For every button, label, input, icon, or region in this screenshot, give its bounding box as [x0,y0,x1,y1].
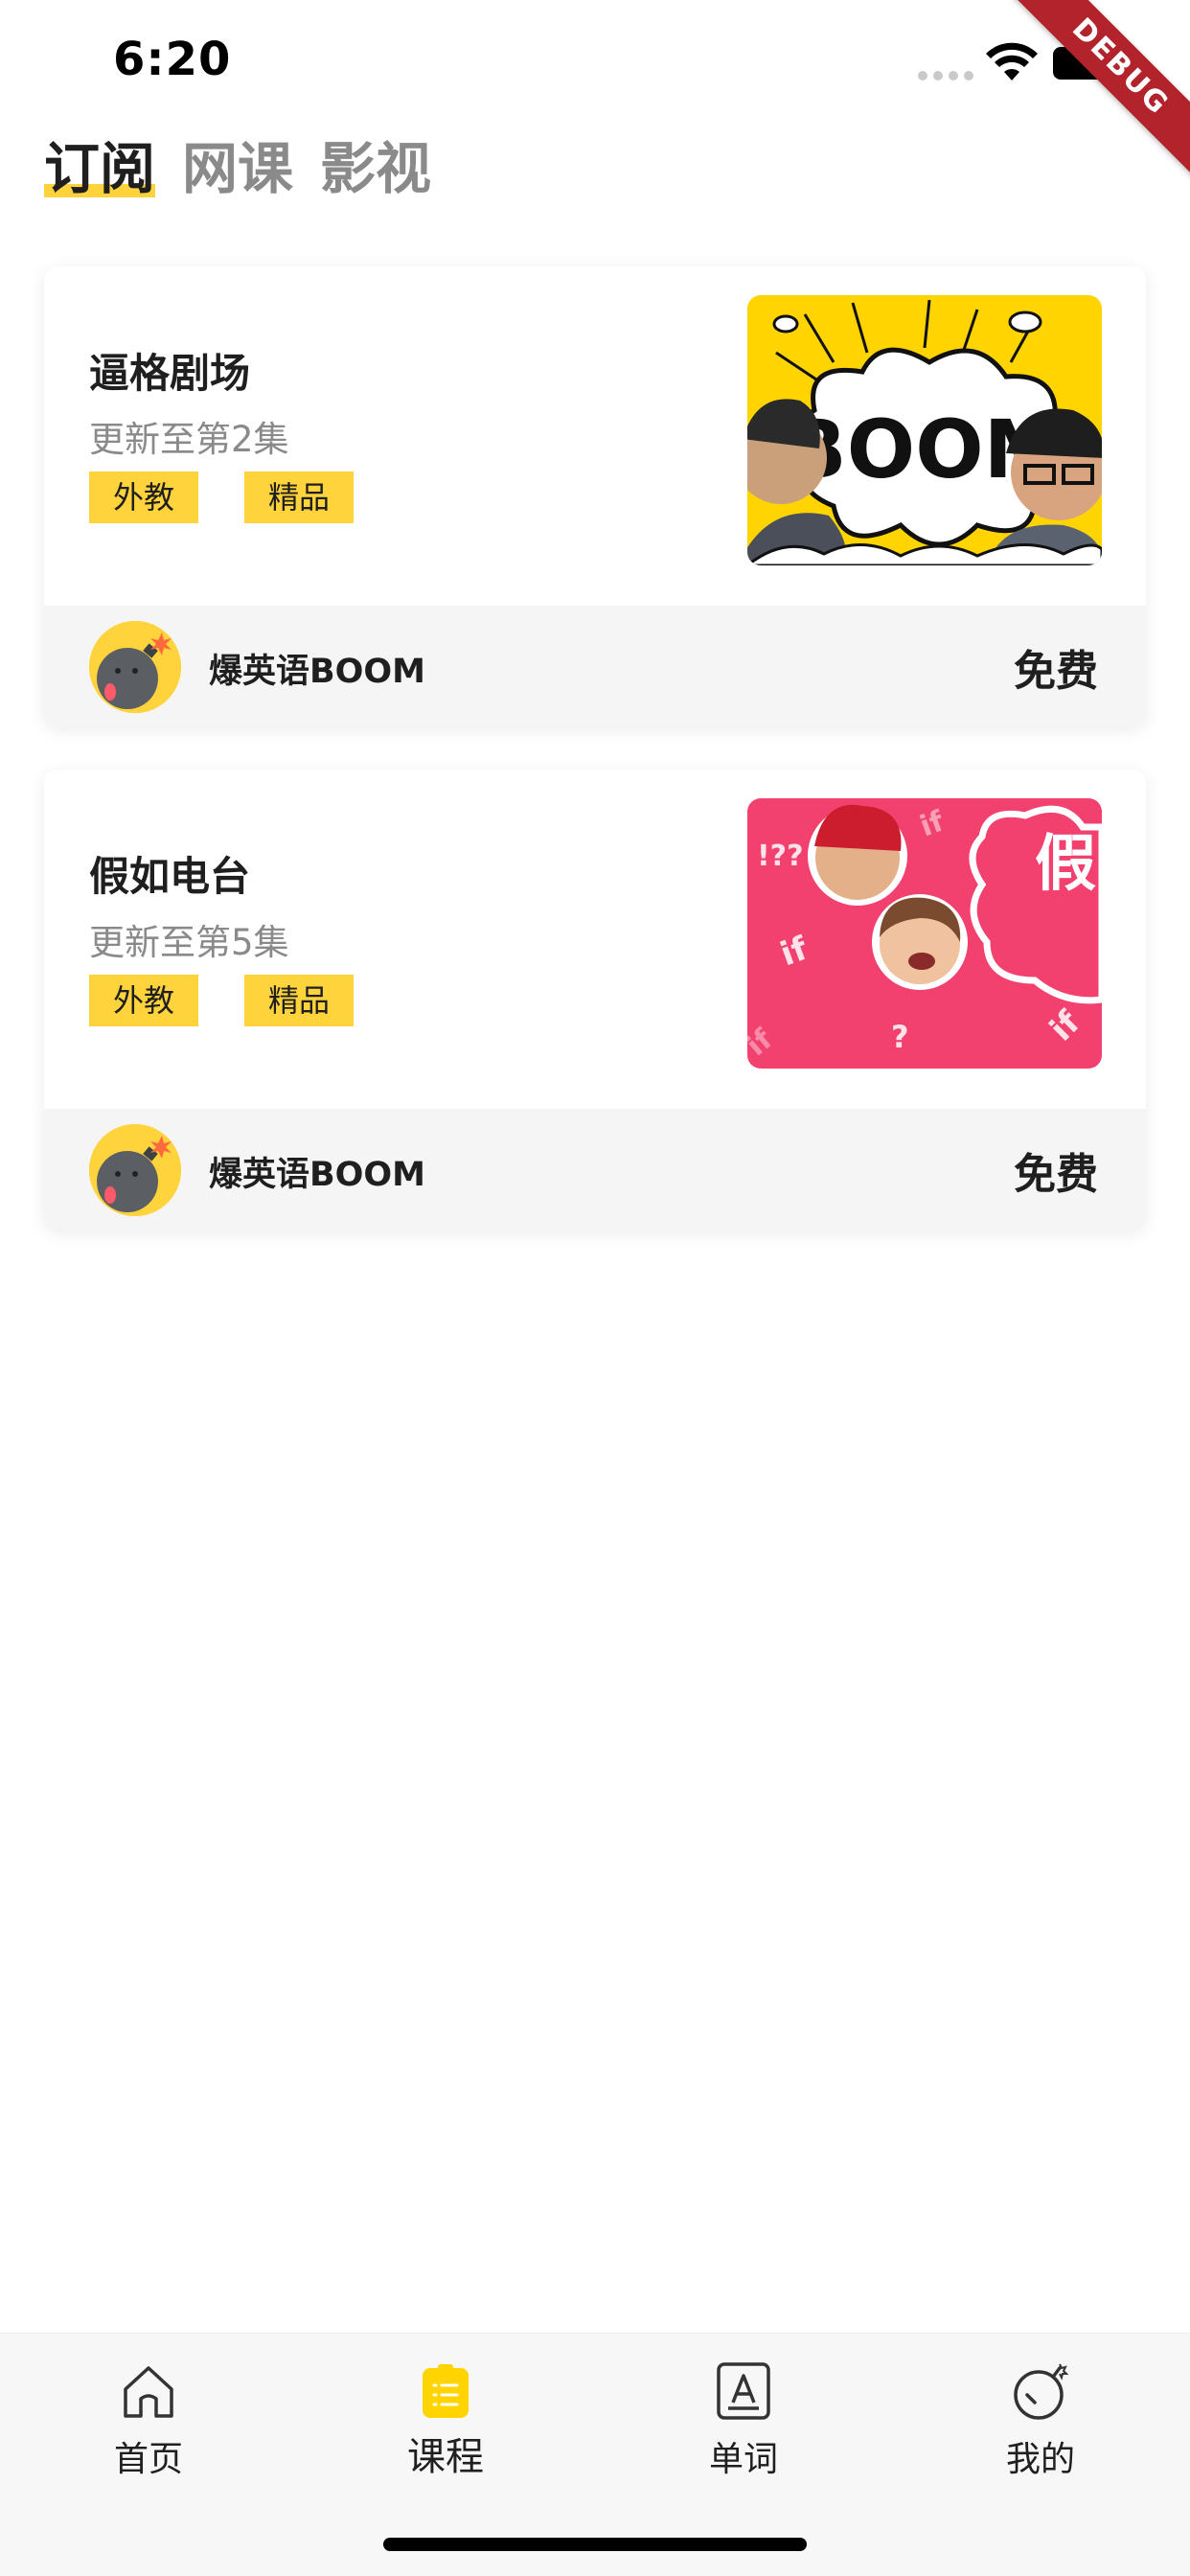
author-avatar [89,1124,181,1216]
tab-label: 订阅 [44,136,156,201]
course-thumbnail: BOOM [747,295,1102,565]
price-label: 免费 [1014,647,1098,696]
card-body: 假如电台 更新至第5集 外教 精品 !?? if ? if if if 假 [44,770,1146,1109]
course-card[interactable]: 逼格剧场 更新至第2集 外教 精品 BOOM 爆英语BOOM 免费 [44,266,1146,726]
cellular-signal-icon [918,71,973,80]
author-avatar [89,621,181,713]
nav-words[interactable]: 单词 [648,2360,839,2481]
tab-video[interactable]: 影视 [320,134,431,203]
tab-subscribe[interactable]: 订阅 [44,134,156,203]
nav-label: 课程 [407,2435,484,2479]
nav-home[interactable]: 首页 [53,2360,244,2481]
course-title: 假如电台 [89,853,251,900]
tag-list: 外教 精品 [89,975,354,1026]
status-time: 6:20 [113,33,232,86]
course-progress: 更新至第5集 [89,922,289,963]
svg-text:!??: !?? [757,840,804,873]
wifi-icon [986,42,1038,80]
debug-banner: DEBUG [990,0,1190,197]
tab-label: 网课 [182,136,294,201]
course-thumbnail: !?? if ? if if if 假电 [747,798,1102,1069]
tag-premium: 精品 [244,472,354,523]
app-screen: 6:20 DEBUG 订阅 网课 影视 逼格剧场 更新至第2集 外教 精品 BO… [0,0,1190,2576]
course-card[interactable]: 假如电台 更新至第5集 外教 精品 !?? if ? if if if 假 爆英… [44,770,1146,1230]
card-footer: 爆英语BOOM 免费 [44,1109,1146,1230]
nav-course[interactable]: 课程 [350,2360,541,2481]
tag-foreign-teacher: 外教 [89,472,198,523]
nav-mine[interactable]: 我的 [945,2360,1136,2481]
tag-foreign-teacher: 外教 [89,975,198,1026]
tag-list: 外教 精品 [89,472,354,523]
nav-label: 我的 [1005,2440,1075,2479]
svg-text:?: ? [891,1019,909,1055]
nav-label: 首页 [113,2440,183,2479]
top-tab-bar: 订阅 网课 影视 [44,134,431,203]
card-footer: 爆英语BOOM 免费 [44,606,1146,726]
word-icon [717,2362,770,2420]
bomb-icon [1014,2363,1069,2420]
tab-label: 影视 [320,136,432,201]
course-title: 逼格剧场 [89,350,251,397]
thumbnail-title-text: 假电 [1035,829,1102,900]
status-bar: 6:20 DEBUG [0,0,1190,197]
author-name: 爆英语BOOM [209,1156,426,1194]
card-body: 逼格剧场 更新至第2集 外教 精品 BOOM [44,266,1146,606]
home-indicator[interactable] [383,2538,807,2551]
nav-label: 单词 [708,2440,778,2479]
home-icon [124,2366,173,2418]
price-label: 免费 [1014,1150,1098,1199]
course-progress: 更新至第2集 [89,419,289,460]
tab-online-course[interactable]: 网课 [182,134,293,203]
course-icon [423,2364,469,2418]
author-name: 爆英语BOOM [209,653,426,691]
tag-premium: 精品 [244,975,354,1026]
